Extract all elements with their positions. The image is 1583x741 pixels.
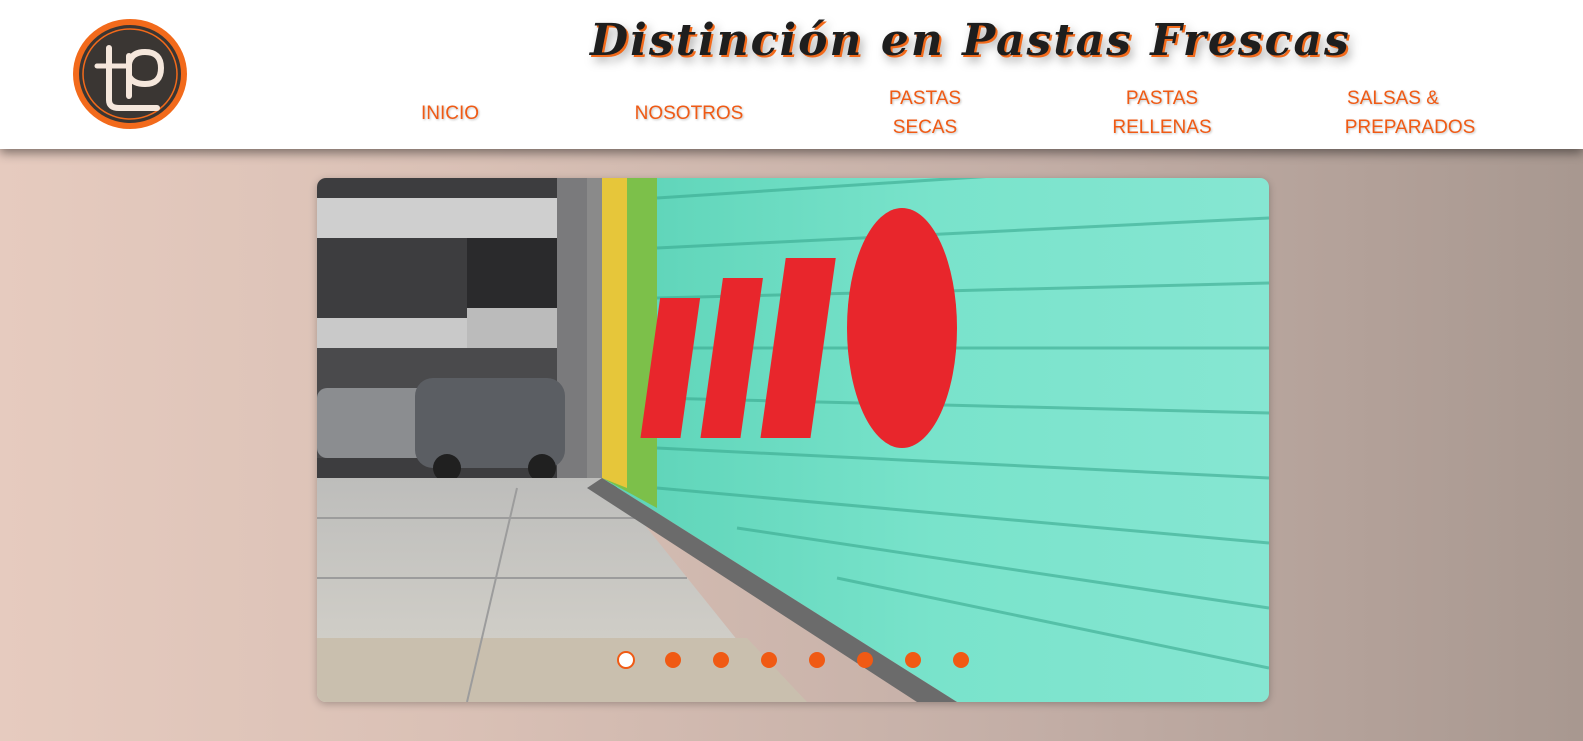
slide-dot-1[interactable] — [617, 651, 635, 669]
nav-label-line1: PASTAS — [1125, 88, 1199, 109]
nav-salsas-preparados[interactable]: SALSAS & PREPARADOS — [1330, 83, 1490, 143]
site-header: Distinción en Pastas Frescas INICIO NOSO… — [0, 0, 1583, 149]
slide-dot-6[interactable] — [857, 652, 873, 668]
slide-image — [317, 178, 1269, 702]
nav-pastas-secas[interactable]: PASTAS SECAS — [870, 83, 980, 143]
hero-slideshow[interactable] — [317, 178, 1269, 702]
nav-label-line2: SECAS — [892, 117, 958, 138]
brand-logo[interactable] — [69, 16, 191, 132]
slide-dot-4[interactable] — [761, 652, 777, 668]
nav-label: NOSOTROS — [634, 102, 744, 124]
nav-label-line2: PREPARADOS — [1344, 117, 1476, 138]
nav-nosotros[interactable]: NOSOTROS — [624, 83, 754, 143]
nav-label: INICIO — [420, 102, 480, 124]
nav-label-line1: SALSAS & — [1347, 88, 1439, 109]
slide-dot-2[interactable] — [665, 652, 681, 668]
nav-inicio[interactable]: INICIO — [398, 83, 502, 143]
nav-label-line2: RELLENAS — [1112, 117, 1212, 138]
nav-pastas-rellenas[interactable]: PASTAS RELLENAS — [1097, 83, 1227, 143]
nav-label-line1: PASTAS — [888, 88, 962, 109]
slide-dot-8[interactable] — [953, 652, 969, 668]
slide-dot-3[interactable] — [713, 652, 729, 668]
slide-dot-5[interactable] — [809, 652, 825, 668]
site-tagline: Distinción en Pastas Frescas — [590, 15, 1351, 66]
slide-dot-7[interactable] — [905, 652, 921, 668]
slide-indicators — [0, 650, 1583, 669]
